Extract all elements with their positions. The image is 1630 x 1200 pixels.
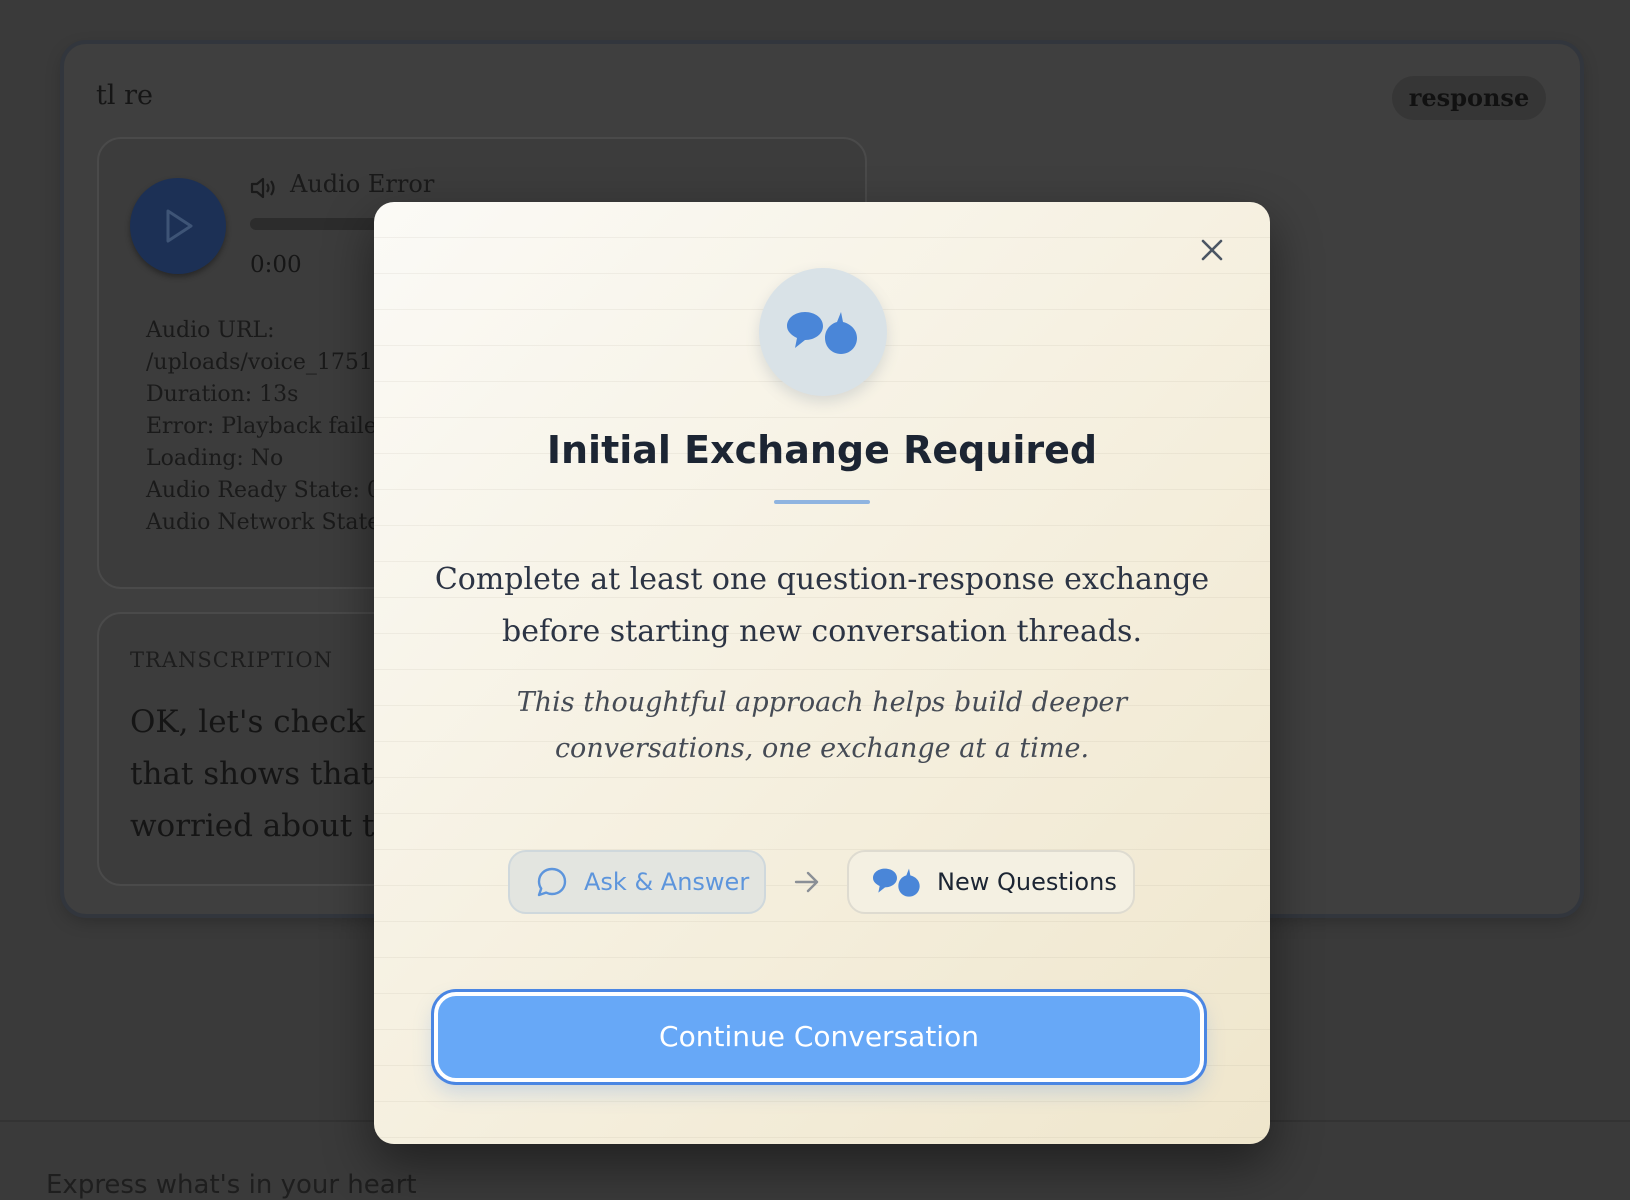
debug-line: Audio Network State: [146, 510, 388, 535]
chat-bubble-icon [537, 867, 567, 897]
modal-note: This thoughtful approach helps build dee… [516, 687, 1128, 764]
debug-line: Error: Playback failed [146, 414, 391, 439]
debug-line: Duration: 13s [146, 382, 299, 407]
transcription-label: TRANSCRIPTION [130, 648, 333, 672]
step-label: New Questions [937, 868, 1117, 896]
debug-line: Audio Ready State: 0 [146, 478, 381, 503]
step-label: Ask & Answer [584, 868, 750, 896]
speaker-icon [250, 177, 275, 199]
debug-line: /uploads/voice_1751( [146, 350, 382, 375]
arrow-right-icon [794, 871, 819, 893]
debug-line: Audio URL: [146, 318, 275, 343]
conversation-icon-badge [759, 268, 887, 396]
audio-time: 0:00 [250, 252, 302, 278]
double-bubble-icon [787, 312, 857, 354]
message-input[interactable]: Express what's in your heart [46, 1170, 417, 1200]
modal-message: Complete at least one question-response … [434, 562, 1210, 649]
audio-debug-info: Audio URL: /uploads/voice_1751( Duration… [146, 315, 391, 539]
response-tag: response [1392, 76, 1546, 120]
double-bubble-icon [873, 868, 920, 897]
play-icon [166, 209, 193, 243]
step-new-questions: New Questions [847, 850, 1135, 914]
audio-status: Audio Error [290, 170, 435, 198]
card-title: tl re [96, 80, 153, 111]
title-underline [774, 500, 870, 504]
initial-exchange-modal: Initial Exchange Required Complete at le… [374, 202, 1270, 1144]
step-ask-answer: Ask & Answer [508, 850, 766, 914]
close-icon[interactable] [1194, 232, 1230, 268]
modal-title: Initial Exchange Required [546, 428, 1098, 472]
debug-line: Loading: No [146, 446, 284, 471]
play-button[interactable] [130, 178, 226, 274]
continue-conversation-button[interactable]: Continue Conversation [434, 992, 1204, 1082]
